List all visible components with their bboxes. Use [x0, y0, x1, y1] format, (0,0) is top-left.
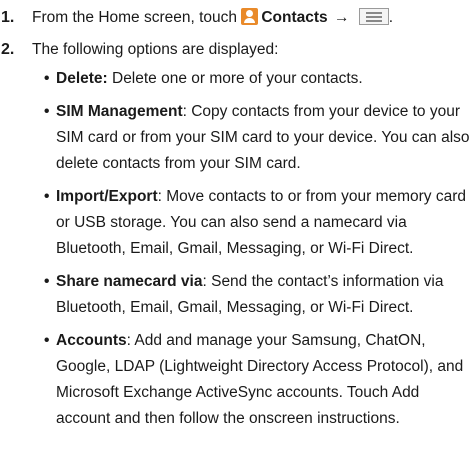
step-period: .: [388, 9, 394, 26]
options-list: Delete: Delete one or more of your conta…: [44, 66, 472, 439]
option-delete: Delete: Delete one or more of your conta…: [44, 66, 472, 92]
contacts-app-label: Contacts: [261, 9, 328, 26]
manual-page: 1. From the Home screen, touch Contacts …: [0, 0, 475, 462]
option-description: Delete one or more of your contacts.: [107, 70, 363, 87]
option-import-export: Import/Export: Move contacts to or from …: [44, 184, 472, 262]
option-accounts: Accounts: Add and manage your Samsung, C…: [44, 328, 472, 432]
step-text: From the Home screen, touch Contacts → .: [32, 8, 469, 28]
option-term: Share namecard via: [56, 273, 203, 290]
step-number: 2.: [1, 41, 15, 58]
option-term: Import/Export: [56, 188, 158, 205]
menu-icon: [358, 8, 389, 25]
option-term: Accounts: [56, 332, 127, 349]
option-term: SIM Management: [56, 103, 183, 120]
step-number: 1.: [1, 9, 15, 26]
option-sim-management: SIM Management: Copy contacts from your …: [44, 99, 472, 177]
option-term: Delete:: [56, 70, 108, 87]
arrow-icon: →: [333, 9, 350, 26]
step-instruction: From the Home screen, touch: [32, 9, 238, 26]
option-share-namecard: Share namecard via: Send the contact’s i…: [44, 269, 472, 321]
contacts-icon: [241, 8, 259, 25]
step-text: The following options are displayed:: [32, 41, 279, 58]
